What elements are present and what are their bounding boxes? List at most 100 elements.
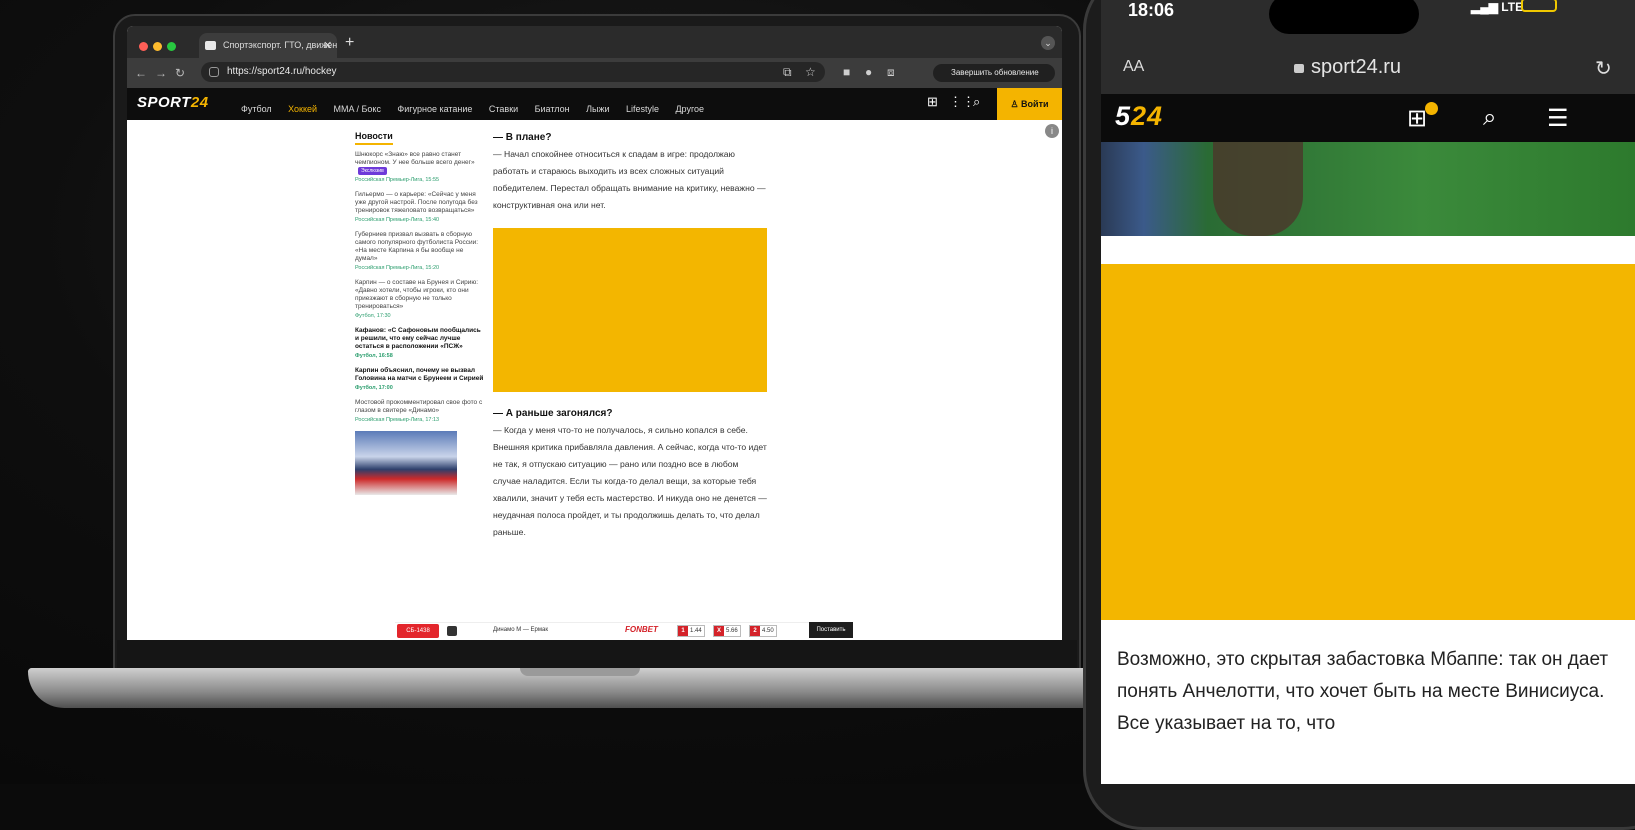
news-item-text: Губерниев призвал вызвать в сборную само…: [355, 231, 479, 262]
close-window-button[interactable]: [139, 42, 148, 51]
battery-icon: [1521, 0, 1557, 12]
news-item[interactable]: Мостовой прокомментировал свое фото с гл…: [355, 399, 485, 424]
logo-text: SPORT: [137, 94, 191, 111]
odd-value: 4.50: [762, 628, 774, 634]
place-bet-button[interactable]: Поставить: [809, 622, 853, 638]
odd-away[interactable]: 2 4.50: [749, 625, 777, 637]
news-item-text: Мостовой прокомментировал свое фото с гл…: [355, 399, 483, 414]
news-item[interactable]: Карпин — о составе на Брунея и Сирию: «Д…: [355, 279, 485, 320]
tab-search-button[interactable]: ⌄: [1041, 36, 1055, 50]
finish-update-button[interactable]: Завершить обновление: [933, 64, 1055, 82]
news-sidebar: Новости Шнюкорс «Знаю» все равно станет …: [355, 126, 485, 495]
odd-home[interactable]: 1 1.44: [677, 625, 705, 637]
news-item-meta: Футбол, 17:30: [355, 313, 391, 319]
odd-key: X: [714, 626, 724, 636]
signal-icon: ▂▄▆: [1471, 0, 1502, 14]
news-item[interactable]: Шнюкорс «Знаю» все равно станет чемпионо…: [355, 151, 485, 184]
odd-key: 2: [750, 626, 760, 636]
live-match-button[interactable]: СБ-1438: [397, 624, 439, 638]
new-tab-button[interactable]: +: [345, 34, 354, 52]
login-button[interactable]: ♙ Войти: [997, 88, 1062, 120]
nav-skiing[interactable]: Лыжи: [586, 104, 609, 114]
article-body: — В плане? — Начал спокойнее относиться …: [493, 126, 767, 541]
extensions-puzzle-icon[interactable]: ⧈: [887, 65, 895, 80]
laptop-opening-notch: [520, 668, 640, 676]
gift-icon[interactable]: ⊞: [927, 94, 938, 110]
lock-icon: [1294, 64, 1304, 73]
article-photo: [1101, 142, 1635, 236]
odd-draw[interactable]: X 5.66: [713, 625, 741, 637]
status-time: 18:06: [1128, 0, 1175, 20]
user-icon: ♙: [1010, 99, 1022, 109]
ad-banner[interactable]: [493, 228, 767, 392]
news-photo[interactable]: [355, 431, 457, 495]
news-item[interactable]: Карпин объяснил, почему не вызвал Голови…: [355, 367, 485, 392]
forward-button[interactable]: →: [155, 66, 167, 80]
news-item[interactable]: Кафанов: «С Сафоновым пообщались и решил…: [355, 327, 485, 360]
bookmark-star-icon[interactable]: ☆: [805, 65, 816, 79]
mobile-logo-accent: 24: [1131, 101, 1164, 131]
search-icon[interactable]: ⌕: [1483, 104, 1496, 132]
odd-key: 1: [678, 626, 688, 636]
minimize-window-button[interactable]: [153, 42, 162, 51]
menu-icon[interactable]: ☰: [1547, 104, 1569, 133]
network-label: LTE: [1501, 0, 1524, 14]
news-item-meta: Футбол, 17:00: [355, 385, 393, 391]
reload-icon[interactable]: ↻: [1595, 56, 1612, 81]
login-label: Войти: [1021, 99, 1049, 109]
back-button[interactable]: ←: [135, 66, 147, 80]
site-logo[interactable]: SPORT24: [137, 94, 209, 111]
news-item[interactable]: Гильермо — о карьере: «Сейчас у меня уже…: [355, 191, 485, 224]
news-item-text: Карпин объяснил, почему не вызвал Голови…: [355, 367, 484, 382]
reload-icon[interactable]: ↻: [175, 66, 185, 80]
article-paragraph: — Начал спокойнее относиться к спадам в …: [493, 149, 766, 210]
nav-biathlon[interactable]: Биатлон: [535, 104, 570, 114]
news-item-meta: Российская Премьер-Лига, 15:20: [355, 265, 440, 271]
laptop-screen: Спортэкспорт. ГТО, движение в... ✕ + ⌄ ←…: [127, 26, 1062, 640]
network-indicator: ▂▄▆ LTE: [1471, 0, 1523, 14]
mobile-url[interactable]: sport24.ru: [1311, 56, 1401, 79]
bookmaker-logo[interactable]: FONBET: [625, 625, 658, 634]
translate-icon[interactable]: ⧉: [783, 65, 792, 80]
search-icon[interactable]: ⌕: [973, 94, 980, 110]
info-icon[interactable]: i: [1045, 124, 1059, 138]
news-item-text: Кафанов: «С Сафоновым пообщались и решил…: [355, 327, 481, 350]
mobile-logo-main: 5: [1115, 101, 1132, 131]
laptop-bezel: [117, 640, 1077, 670]
maximize-window-button[interactable]: [167, 42, 176, 51]
news-item-text: Карпин — о составе на Брунея и Сирию: «Д…: [355, 279, 479, 310]
match-teams: Динамо М — Ермак: [493, 627, 548, 633]
site-info-icon[interactable]: [209, 67, 219, 77]
article-question: — А раньше загонялся?: [493, 408, 613, 419]
news-item-meta: Футбол, 16:58: [355, 353, 393, 359]
extension-icon[interactable]: ■: [843, 65, 850, 79]
news-heading: Новости: [355, 131, 393, 145]
article-paragraph: — Когда у меня что-то не получалось, я с…: [493, 425, 767, 537]
laptop-camera: [597, 19, 607, 50]
ad-banner[interactable]: [1101, 264, 1635, 620]
grid-icon[interactable]: ⋮⋮: [949, 94, 975, 110]
nav-football[interactable]: Футбол: [241, 104, 272, 114]
nav-lifestyle[interactable]: Lifestyle: [626, 104, 659, 114]
text-size-button[interactable]: AA: [1123, 58, 1144, 76]
phone-screen: 18:06 ▂▄▆ LTE AA sport24.ru ↻ 524 ⊞ ⌕ ☰ …: [1101, 0, 1635, 784]
tab-close-icon[interactable]: ✕: [323, 39, 332, 52]
extension-icon[interactable]: ●: [865, 65, 872, 79]
news-item-text: Шнюкорс «Знаю» все равно станет чемпионо…: [355, 151, 475, 166]
odd-value: 1.44: [690, 628, 702, 634]
nav-bets[interactable]: Ставки: [489, 104, 518, 114]
news-item[interactable]: Губерниев призвал вызвать в сборную само…: [355, 231, 485, 272]
bet-bar: [395, 622, 852, 640]
nav-mma[interactable]: MMA / Бокс: [334, 104, 381, 114]
nav-figure-skating[interactable]: Фигурное катание: [397, 104, 472, 114]
window-controls: [139, 38, 181, 56]
nav-hockey[interactable]: Хоккей: [288, 104, 317, 114]
news-item-meta: Российская Премьер-Лига, 15:40: [355, 217, 440, 223]
browser-tab[interactable]: Спортэкспорт. ГТО, движение в...: [199, 33, 337, 58]
dynamic-island: [1269, 0, 1419, 34]
mobile-logo[interactable]: 524: [1115, 101, 1163, 132]
url-input[interactable]: https://sport24.ru/hockey: [201, 62, 825, 82]
nav-other[interactable]: Другое: [675, 104, 704, 114]
tab-favicon-icon: [205, 41, 216, 50]
news-item-meta: Российская Премьер-Лига, 17:13: [355, 417, 440, 423]
